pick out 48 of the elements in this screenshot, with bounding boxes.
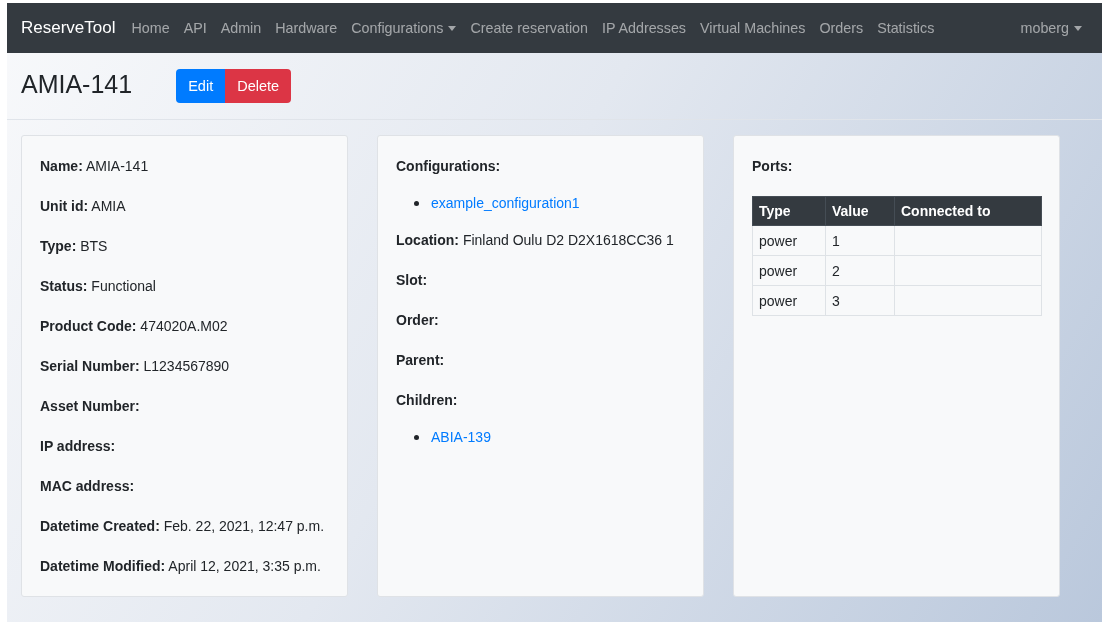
- nav-link[interactable]: IP Addresses: [602, 20, 686, 36]
- user-menu[interactable]: moberg: [1020, 20, 1082, 36]
- table-cell: 3: [825, 285, 895, 316]
- field-text: Serial Number: L1234567890: [40, 357, 231, 376]
- table-cell: 1: [825, 225, 895, 256]
- column-header: Connected to: [894, 196, 1042, 226]
- table-cell: power: [752, 285, 826, 316]
- nav-link[interactable]: Hardware: [275, 20, 338, 36]
- item-link[interactable]: example_configuration1: [431, 193, 580, 214]
- caret-icon: [1074, 25, 1082, 31]
- edit-button[interactable]: Edit: [176, 69, 226, 103]
- page-title: AMIA-141: [21, 69, 133, 99]
- field-text: Product Code: 474020A.M02: [40, 317, 229, 336]
- delete-button[interactable]: Delete: [225, 69, 292, 103]
- nav-link[interactable]: Orders: [819, 20, 864, 36]
- nav-link[interactable]: Virtual Machines: [700, 20, 806, 36]
- table-cell: 2: [825, 255, 895, 286]
- bullet-icon: [414, 201, 419, 206]
- field-text: Location: Finland Oulu D2 D2X1618CC36 1: [396, 231, 675, 250]
- bullet-icon: [414, 435, 419, 440]
- field-text: Configurations:: [396, 157, 502, 176]
- nav-link[interactable]: Statistics: [877, 20, 935, 36]
- field-text: Unit id: AMIA: [40, 197, 127, 216]
- field-text: Parent:: [396, 351, 446, 370]
- nav-link[interactable]: Configurations: [351, 20, 457, 36]
- field-text: Datetime Created: Feb. 22, 2021, 12:47 p.m.: [40, 517, 326, 536]
- table-cell: power: [752, 255, 826, 286]
- nav-link[interactable]: Admin: [220, 20, 262, 36]
- nav-link[interactable]: API: [183, 20, 207, 36]
- section-label: Ports:: [752, 157, 794, 176]
- nav-link[interactable]: Home: [131, 20, 170, 36]
- column-header: Type: [752, 196, 826, 226]
- field-text: IP address:: [40, 437, 117, 456]
- field-text: Datetime Modified: April 12, 2021, 3:35 p.m.: [40, 557, 322, 576]
- field-text: Slot:: [396, 271, 429, 290]
- field-text: Asset Number:: [40, 397, 141, 416]
- caret-icon: [448, 25, 457, 31]
- field-text: Order:: [396, 311, 440, 330]
- table-cell: power: [752, 225, 826, 256]
- field-text: Type: BTS: [40, 237, 109, 256]
- field-text: Children:: [396, 391, 459, 410]
- field-text: Status: Functional: [40, 277, 157, 296]
- nav-link[interactable]: Create reservation: [470, 20, 588, 36]
- column-header: Value: [825, 196, 895, 226]
- field-text: MAC address:: [40, 477, 136, 496]
- field-text: Name: AMIA-141: [40, 157, 150, 176]
- brand-link[interactable]: ReserveTool: [21, 18, 116, 38]
- item-link[interactable]: ABIA-139: [431, 427, 491, 448]
